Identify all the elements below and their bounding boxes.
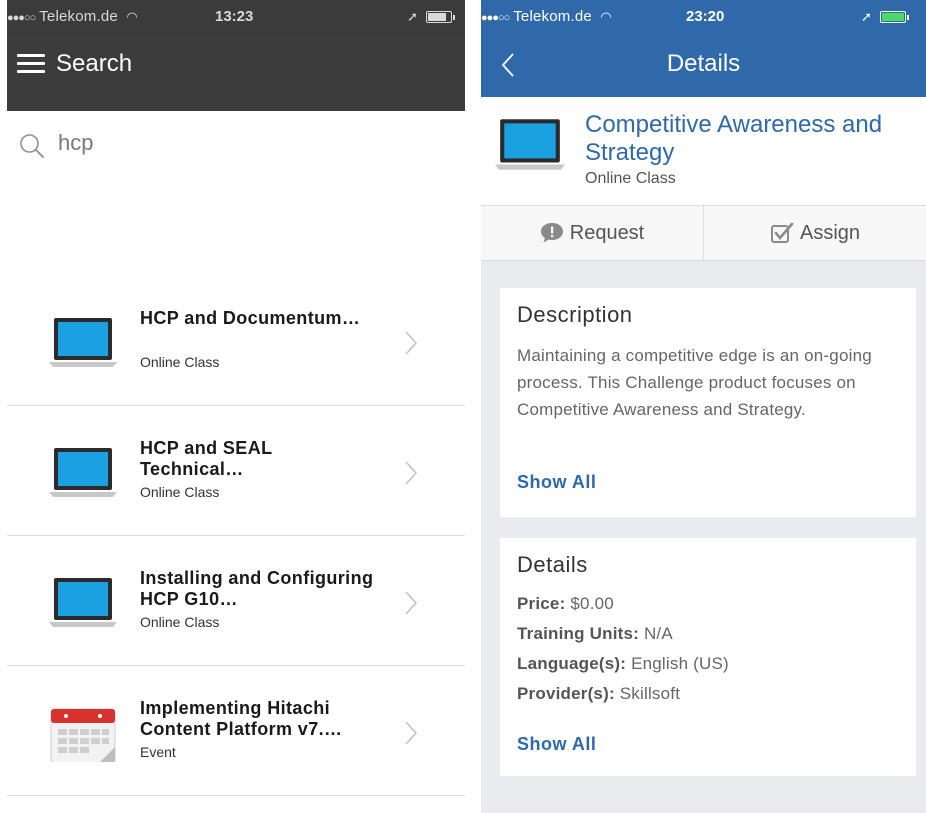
menu-icon[interactable] (17, 54, 45, 74)
status-right: ➚ (407, 9, 455, 25)
provider-value: Skillsoft (619, 684, 681, 703)
result-title: HCP and Documentum… (140, 308, 361, 328)
result-item[interactable]: Installing and Configuring HCP G10… Onli… (7, 536, 465, 666)
request-label: Request (569, 221, 645, 244)
result-title: HCP and SEAL Technical… (140, 438, 273, 479)
description-text: Maintaining a competitive edge is an on-… (517, 346, 872, 419)
course-type: Online Class (585, 170, 676, 187)
result-type: Online Class (140, 614, 220, 630)
result-title: Implementing Hitachi Content Platform v7… (140, 698, 343, 739)
status-time: 23:20 (686, 8, 725, 25)
description-heading: Description (517, 302, 633, 327)
assign-label: Assign (799, 221, 861, 244)
status-time: 13:23 (215, 8, 254, 25)
price-value: $0.00 (570, 594, 614, 613)
details-card: Details Price: $0.00 Training Units: N/A… (500, 538, 916, 776)
language-label: Language(s): (517, 654, 627, 673)
result-title: Installing and Configuring HCP G10… (140, 568, 374, 609)
result-type: Online Class (140, 484, 220, 500)
carrier-name: Telekom.de (513, 8, 592, 25)
provider-label: Provider(s): (517, 684, 615, 703)
description-show-all-link[interactable]: Show All (517, 472, 596, 493)
calendar-icon (50, 708, 116, 762)
result-type: Online Class (140, 354, 220, 370)
course-title: Competitive Awareness and Strategy (585, 111, 883, 166)
laptop-icon (49, 448, 117, 497)
status-bar: ●●●○○ Telekom.de ◠ 13:23 ➚ (7, 0, 465, 36)
screenshot-root: ●●●○○ Telekom.de ◠ 13:23 ➚ Search hcp HC… (0, 0, 926, 813)
details-screen: ●●●○○ Telekom.de ◠ 23:20 ➚ Details Compet… (481, 0, 926, 813)
result-item[interactable]: HCP and Documentum… Online Class (7, 276, 465, 406)
language-row: Language(s): English (US) (517, 654, 729, 674)
result-type: Event (140, 744, 176, 760)
carrier: ●●●○○ Telekom.de ◠ (481, 8, 612, 25)
nav-bar: ●●●○○ Telekom.de ◠ 23:20 ➚ Details (481, 0, 926, 97)
course-header: Competitive Awareness and Strategy Onlin… (481, 97, 926, 205)
search-icon (20, 134, 44, 158)
search-screen: ●●●○○ Telekom.de ◠ 13:23 ➚ Search hcp HC… (7, 0, 465, 813)
action-bar: Request Assign (481, 205, 926, 261)
price-row: Price: $0.00 (517, 594, 614, 614)
provider-row: Provider(s): Skillsoft (517, 684, 680, 704)
carrier-name: Telekom.de (39, 8, 118, 25)
assign-button[interactable]: Assign (703, 206, 926, 260)
training-units-row: Training Units: N/A (517, 624, 673, 644)
location-arrow-icon: ➚ (861, 9, 872, 24)
speech-bubble-icon (540, 223, 563, 243)
details-show-all-link[interactable]: Show All (517, 734, 596, 755)
battery-icon (425, 11, 455, 23)
status-right: ➚ (861, 9, 909, 25)
signal-dots: ●●●○○ (7, 12, 36, 24)
search-bar (7, 111, 465, 176)
chevron-right-icon (405, 721, 418, 745)
search-input[interactable] (58, 130, 418, 156)
description-card: Description Maintaining a competitive ed… (500, 288, 916, 517)
nav-title: Details (666, 50, 741, 77)
laptop-icon (49, 318, 117, 367)
result-item[interactable]: Implementing Hitachi Content Platform v7… (7, 666, 465, 796)
signal-dots: ●●●○○ (481, 12, 510, 24)
request-button[interactable]: Request (481, 206, 703, 260)
price-label: Price: (517, 594, 566, 613)
training-units-label: Training Units: (517, 624, 639, 643)
battery-icon (879, 11, 909, 23)
page-title: Search (56, 50, 133, 77)
laptop-icon (495, 119, 565, 170)
details-heading: Details (517, 552, 588, 577)
status-bar: ●●●○○ Telekom.de ◠ 23:20 ➚ (481, 0, 926, 36)
laptop-icon (49, 578, 117, 627)
training-units-value: N/A (643, 624, 673, 643)
wifi-icon: ◠ (600, 9, 612, 24)
checkbox-icon (770, 222, 794, 243)
location-arrow-icon: ➚ (407, 9, 418, 24)
carrier: ●●●○○ Telekom.de ◠ (7, 8, 138, 25)
chevron-right-icon (405, 461, 418, 485)
language-value: English (US) (631, 654, 729, 673)
chevron-right-icon (405, 331, 418, 355)
chevron-right-icon (405, 591, 418, 615)
result-item[interactable]: HCP and SEAL Technical… Online Class (7, 406, 465, 536)
wifi-icon: ◠ (126, 9, 138, 24)
